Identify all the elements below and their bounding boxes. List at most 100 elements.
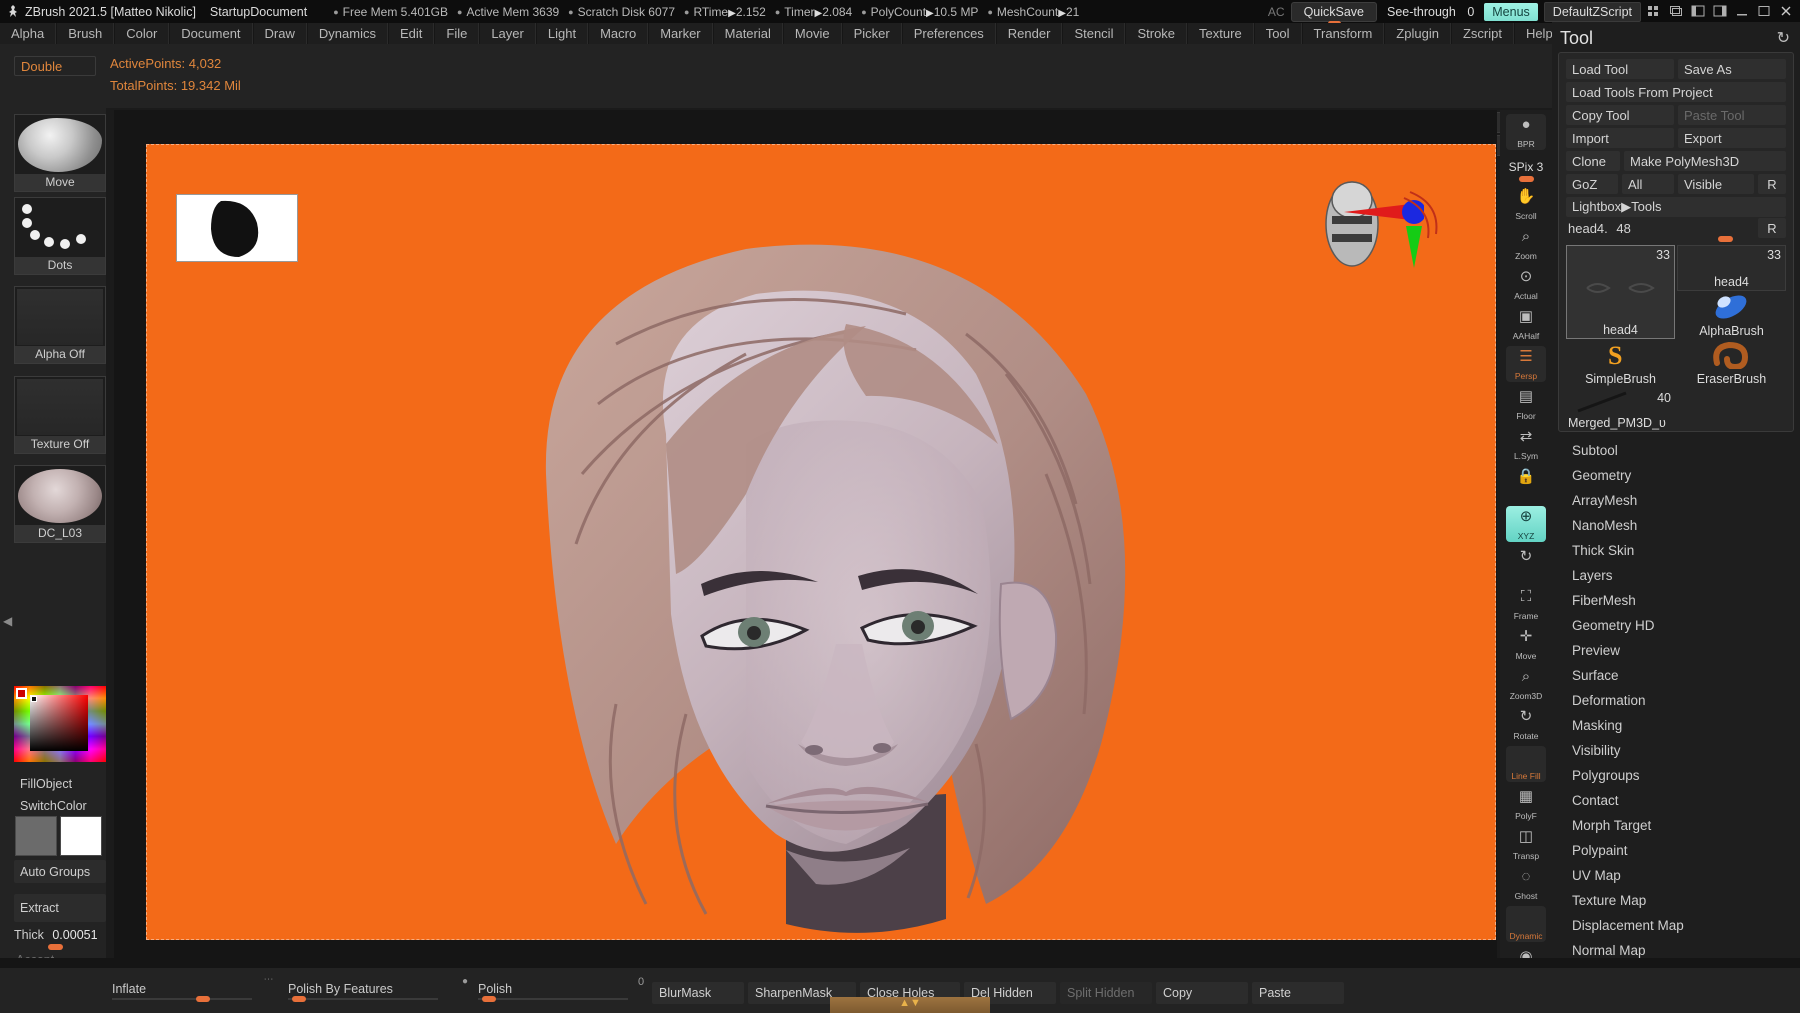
tray-left-icon[interactable] — [1691, 5, 1706, 18]
tool-thumb-alphabrush[interactable]: AlphaBrush — [1677, 293, 1786, 339]
rail-button-dynamic[interactable]: Dynamic — [1506, 906, 1546, 942]
save-as-button[interactable]: Save As — [1678, 59, 1786, 79]
color-picker[interactable] — [14, 686, 106, 762]
menu-item-brush[interactable]: Brush — [56, 23, 115, 44]
tool-section-nanomesh[interactable]: NanoMesh — [1558, 513, 1794, 538]
material-swatch[interactable]: DC_L03 — [14, 465, 106, 543]
switchcolor-button[interactable]: SwitchColor — [14, 794, 106, 817]
tool-section-polygroups[interactable]: Polygroups — [1558, 763, 1794, 788]
tray-right-icon[interactable] — [1713, 5, 1728, 18]
reload-icon[interactable]: ↻ — [1777, 28, 1790, 48]
menu-item-preferences[interactable]: Preferences — [901, 23, 996, 44]
rail-button-transp[interactable]: ◫ Transp — [1506, 826, 1546, 862]
tool-section-arraymesh[interactable]: ArrayMesh — [1558, 488, 1794, 513]
current-tool-slider[interactable]: head4. 48 — [1568, 221, 1631, 236]
tool-section-visibility[interactable]: Visibility — [1558, 738, 1794, 763]
rail-button-rail-9[interactable]: 🔒 — [1506, 466, 1546, 502]
default-zscript-button[interactable]: DefaultZScript — [1543, 1, 1641, 22]
rail-button-persp[interactable]: ☰ Persp — [1506, 346, 1546, 382]
tool-section-polypaint[interactable]: Polypaint — [1558, 838, 1794, 863]
import-button[interactable]: Import — [1566, 128, 1674, 148]
polish-by-features-slider[interactable]: Polish By Features — [288, 982, 393, 996]
maximize-icon[interactable] — [1757, 5, 1772, 18]
tool-section-uv-map[interactable]: UV Map — [1558, 863, 1794, 888]
rail-button-l-sym[interactable]: ⇄ L.Sym — [1506, 426, 1546, 462]
tool-section-morph-target[interactable]: Morph Target — [1558, 813, 1794, 838]
menu-item-draw[interactable]: Draw — [252, 23, 307, 44]
rail-button-move[interactable]: ✛ Move — [1506, 626, 1546, 662]
rail-button-aahalf[interactable]: ▣ AAHalf — [1506, 306, 1546, 342]
tool-thumb-simplebrush[interactable]: S SimpleBrush — [1566, 341, 1675, 387]
export-button[interactable]: Export — [1678, 128, 1786, 148]
current-tool-knob[interactable] — [1718, 236, 1733, 242]
tray-collapse-arrow-icon[interactable]: ◀ — [3, 614, 12, 628]
rail-button-polyf[interactable]: ▦ PolyF — [1506, 786, 1546, 822]
tool-section-layers[interactable]: Layers — [1558, 563, 1794, 588]
polish-features-knob[interactable] — [292, 996, 306, 1002]
thick-slider[interactable]: Thick 0.00051 — [14, 928, 98, 942]
polish-features-track[interactable] — [288, 998, 438, 1000]
sculpt-model[interactable] — [146, 144, 1496, 940]
layers-icon[interactable] — [1669, 5, 1684, 18]
tool-thumb-head4-b[interactable]: 33 head4 — [1677, 245, 1786, 291]
menu-item-file[interactable]: File — [434, 23, 480, 44]
tool-thumb-eraserbrush[interactable]: EraserBrush — [1677, 341, 1786, 387]
menu-item-zplugin[interactable]: Zplugin — [1384, 23, 1451, 44]
menu-item-layer[interactable]: Layer — [479, 23, 536, 44]
quicksave-button[interactable]: QuickSave — [1290, 1, 1378, 26]
menu-item-picker[interactable]: Picker — [841, 23, 902, 44]
polish-track[interactable] — [478, 998, 628, 1000]
menu-item-stencil[interactable]: Stencil — [1062, 23, 1126, 44]
tool-section-geometry[interactable]: Geometry — [1558, 463, 1794, 488]
tool-section-preview[interactable]: Preview — [1558, 638, 1794, 663]
document-thumbnail[interactable] — [176, 194, 298, 262]
tool-thumb-head4-a[interactable]: 33 head4 — [1566, 245, 1675, 339]
extract-button[interactable]: Extract — [14, 894, 106, 922]
brush-swatch[interactable]: Move — [14, 114, 106, 192]
polish-slider[interactable]: Polish — [478, 982, 512, 996]
menu-item-zscript[interactable]: Zscript — [1450, 23, 1514, 44]
see-through-slider[interactable]: See-through 0 — [1383, 5, 1478, 19]
shelf-resize-handle[interactable]: ▲▼ — [830, 997, 990, 1013]
menu-item-edit[interactable]: Edit — [387, 23, 435, 44]
make-polymesh3d-button[interactable]: Make PolyMesh3D — [1624, 151, 1786, 171]
close-icon[interactable] — [1779, 5, 1794, 18]
auto-groups-button[interactable]: Auto Groups — [14, 860, 106, 883]
load-tools-project-button[interactable]: Load Tools From Project — [1566, 82, 1786, 102]
menu-item-macro[interactable]: Macro — [588, 23, 649, 44]
primary-color-swatch[interactable] — [15, 816, 57, 856]
goz-all-button[interactable]: All — [1622, 174, 1674, 194]
rail-button-scroll[interactable]: ✋ Scroll — [1506, 186, 1546, 222]
fillobject-button[interactable]: FillObject — [14, 772, 106, 795]
blurmask-button[interactable]: BlurMask — [652, 982, 744, 1004]
rail-button-frame[interactable]: ⛶ Frame — [1506, 586, 1546, 622]
tool-section-masking[interactable]: Masking — [1558, 713, 1794, 738]
copy-button[interactable]: Copy — [1156, 982, 1248, 1004]
clone-button[interactable]: Clone — [1566, 151, 1620, 171]
texture-swatch[interactable]: Texture Off — [14, 376, 106, 454]
tool-section-displacement-map[interactable]: Displacement Map — [1558, 913, 1794, 938]
rail-button-bpr[interactable]: ● BPR — [1506, 114, 1546, 150]
rail-button-zoom3d[interactable]: ⌕ Zoom3D — [1506, 666, 1546, 702]
rail-button-spix[interactable]: SPix 3 — [1506, 154, 1546, 190]
thick-knob[interactable] — [48, 944, 63, 950]
current-tool-r-button[interactable]: R — [1758, 218, 1786, 238]
load-tool-button[interactable]: Load Tool — [1566, 59, 1674, 79]
rail-button-ghost[interactable]: ◌ Ghost — [1506, 866, 1546, 902]
grid-icon[interactable] — [1647, 5, 1662, 18]
menu-item-texture[interactable]: Texture — [1187, 23, 1254, 44]
menu-item-marker[interactable]: Marker — [648, 23, 713, 44]
menu-item-render[interactable]: Render — [995, 23, 1063, 44]
goz-button[interactable]: GoZ — [1566, 174, 1618, 194]
alpha-swatch[interactable]: Alpha Off — [14, 286, 106, 364]
paste-button[interactable]: Paste — [1252, 982, 1344, 1004]
rail-button-line-fill[interactable]: Line Fill — [1506, 746, 1546, 782]
rail-button-xyz[interactable]: ⊕ XYZ — [1506, 506, 1546, 542]
tool-thumb-merged-pm3d[interactable]: 40 Merged_PM3D_ᴜ — [1566, 389, 1675, 431]
menu-item-stroke[interactable]: Stroke — [1125, 23, 1188, 44]
tool-section-deformation[interactable]: Deformation — [1558, 688, 1794, 713]
rail-button-rail-11[interactable]: ↻ — [1506, 546, 1546, 582]
menus-toggle-button[interactable]: Menus — [1484, 2, 1538, 21]
menu-item-material[interactable]: Material — [712, 23, 783, 44]
stroke-swatch[interactable]: Dots — [14, 197, 106, 275]
